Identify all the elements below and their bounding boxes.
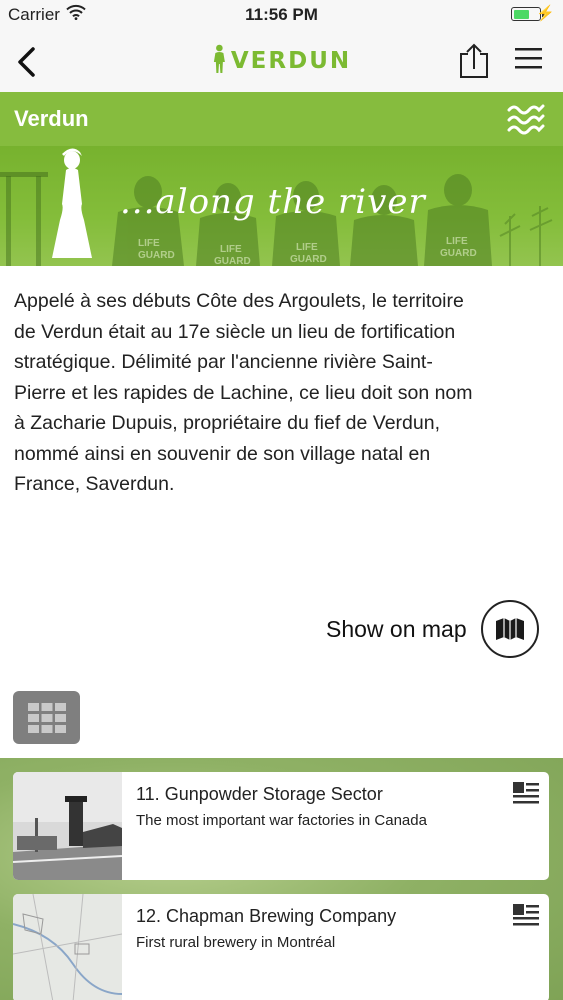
places-list: 11. Gunpowder Storage Sector The most im… <box>0 758 563 1000</box>
item-thumbnail <box>13 894 122 1000</box>
menu-button[interactable] <box>512 44 546 74</box>
waves-icon <box>507 104 545 135</box>
svg-text:GUARD: GUARD <box>440 248 477 259</box>
item-thumbnail <box>13 772 122 880</box>
logo-text: VERDUN <box>230 48 352 74</box>
svg-text:LIFE: LIFE <box>446 236 468 247</box>
banner-image: LIFE GUARD LIFE GUARD LIFE GUARD LIFE GUARD … <box>0 146 563 266</box>
article-icon[interactable] <box>513 904 539 926</box>
item-subtitle: The most important war factories in Cana… <box>136 812 427 829</box>
section-header: Verdun <box>0 92 563 146</box>
clock: 11:56 PM <box>245 5 318 24</box>
svg-text:LIFE: LIFE <box>220 244 242 255</box>
logo-figure-icon <box>213 44 225 73</box>
hamburger-icon <box>515 48 542 69</box>
charging-icon: ⚡ <box>536 5 555 22</box>
grid-icon <box>27 702 66 733</box>
chevron-left-icon <box>18 47 35 77</box>
show-on-map-label: Show on map <box>326 615 467 642</box>
svg-text:GUARD: GUARD <box>138 250 175 261</box>
show-on-map-button[interactable]: Show on map <box>326 598 539 660</box>
map-button-circle[interactable] <box>480 600 539 658</box>
item-title: 12. Chapman Brewing Company <box>136 906 397 926</box>
svg-text:LIFE: LIFE <box>138 238 160 249</box>
description-text: Appelé à ses débuts Côte des Argoulets, … <box>14 290 473 495</box>
grid-view-button[interactable] <box>13 691 80 744</box>
article-icon[interactable] <box>513 782 539 804</box>
banner-caption: ...along the river <box>120 182 426 222</box>
svg-text:LIFE: LIFE <box>296 242 318 253</box>
item-subtitle: First rural brewery in Montréal <box>136 934 336 951</box>
app-logo: VERDUN <box>212 44 351 74</box>
status-bar: Carrier 11:56 PM ⚡ <box>0 0 563 30</box>
back-button[interactable] <box>8 42 44 82</box>
river-waves-button[interactable] <box>507 102 545 136</box>
nav-bar: VERDUN <box>0 30 563 92</box>
battery-level <box>513 9 529 19</box>
item-title: 11. Gunpowder Storage Sector <box>136 784 383 804</box>
map-icon <box>495 618 524 640</box>
share-button[interactable] <box>456 42 492 80</box>
svg-text:GUARD: GUARD <box>214 256 251 266</box>
section-title: Verdun <box>14 106 89 131</box>
list-item[interactable]: 12. Chapman Brewing Company First rural … <box>13 894 549 1000</box>
svg-text:GUARD: GUARD <box>290 254 327 265</box>
list-item[interactable]: 11. Gunpowder Storage Sector The most im… <box>13 772 549 880</box>
share-icon <box>460 43 488 78</box>
